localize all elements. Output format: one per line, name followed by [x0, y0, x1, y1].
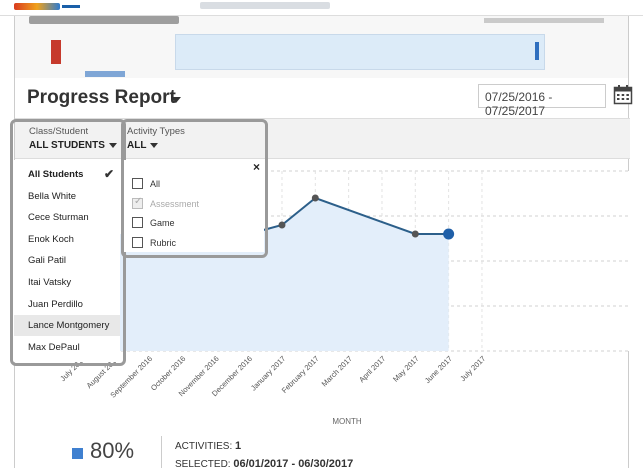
student-option[interactable]: Gali Patil — [14, 250, 120, 271]
summary-selected: SELECTED: 06/01/2017 - 06/30/2017 — [175, 458, 353, 468]
data-point — [443, 228, 455, 240]
class-student-value: ALL STUDENTS — [29, 140, 105, 151]
preview-right-text — [484, 18, 604, 23]
scrolled-content-preview — [14, 16, 629, 78]
student-option[interactable]: Max DePaul — [14, 337, 120, 358]
checkbox[interactable] — [132, 178, 143, 189]
student-option-label: Bella White — [28, 190, 77, 202]
selected-label: SELECTED: — [175, 459, 231, 468]
top-app-bar — [0, 0, 643, 16]
student-option[interactable]: Cece Sturman — [14, 207, 120, 228]
activity-type-option[interactable]: Game — [124, 215, 264, 234]
checkbox[interactable] — [132, 236, 143, 248]
data-point — [311, 194, 319, 202]
activity-types-label: Activity Types — [127, 126, 185, 137]
checkbox[interactable] — [132, 217, 143, 228]
app-logo[interactable] — [14, 3, 60, 10]
student-option[interactable]: Lance Montgomery — [14, 315, 120, 337]
student-option-label: Enok Koch — [28, 233, 74, 245]
logo-accent — [62, 5, 80, 8]
summary-activities: ACTIVITIES: 1 — [175, 440, 241, 452]
x-tick-label: July 2017 — [458, 354, 487, 383]
activity-type-option: Assessment — [124, 196, 264, 215]
student-option[interactable]: Enok Koch — [14, 229, 120, 250]
student-option-label: Itai Vatsky — [28, 277, 72, 288]
student-option-label: Gali Patil — [28, 255, 67, 267]
page-title[interactable]: Progress Report — [27, 87, 176, 109]
students-dropdown: All Students ✔ Bella White Cece Sturman Enok… — [14, 160, 120, 362]
activity-type-option[interactable]: Rubric — [124, 235, 264, 254]
date-range-field[interactable]: 07/25/2016 - 07/25/2017 — [478, 84, 606, 118]
student-option[interactable]: Bella White — [14, 186, 120, 207]
activities-label: ACTIVITIES: — [175, 441, 233, 452]
activity-type-label: All — [150, 179, 161, 189]
activity-type-label: Assessment — [150, 198, 200, 209]
preview-heading — [29, 16, 179, 24]
legend-swatch — [72, 448, 83, 459]
app-header-text — [200, 2, 330, 9]
activity-types-value: ALL — [127, 140, 147, 151]
x-tick-label: March 2017 — [320, 354, 354, 388]
report-header: Progress Report 07/25/2016 - 07/25/2017 — [15, 78, 633, 119]
class-student-label: Class/Student — [29, 126, 89, 137]
data-point — [411, 230, 419, 238]
student-option-label: All Students — [28, 169, 84, 180]
x-tick-label: April 2017 — [357, 354, 387, 384]
x-tick-label: June 2017 — [423, 354, 454, 385]
activity-type-option[interactable]: All — [124, 176, 264, 195]
chevron-down-icon — [150, 142, 159, 148]
activity-types-dropdown: × All Assessment Game Rubric — [124, 160, 264, 252]
x-axis-label: MONTH — [332, 417, 362, 426]
activity-type-label: Game — [150, 218, 175, 228]
student-option-label: Lance Montgomery — [28, 320, 110, 332]
student-option[interactable]: All Students ✔ — [14, 164, 120, 185]
x-tick-label: May 2017 — [391, 354, 421, 384]
activity-type-label: Rubric — [150, 237, 177, 248]
preview-chart — [175, 34, 545, 70]
selected-value: 06/01/2017 - 06/30/2017 — [233, 458, 354, 468]
class-student-select[interactable]: ALL STUDENTS — [29, 140, 117, 151]
title-chevron-down-icon[interactable] — [171, 97, 181, 103]
filter-bar: Class/Student ALL STUDENTS Activity Type… — [15, 119, 630, 159]
student-option[interactable]: Juan Perdillo — [14, 294, 120, 315]
preview-marker — [535, 42, 539, 60]
preview-bar — [51, 40, 61, 64]
checkbox — [132, 196, 143, 209]
activities-value: 1 — [235, 440, 242, 452]
summary-divider — [161, 436, 162, 468]
student-option[interactable]: Itai Vatsky — [14, 272, 120, 293]
data-point — [278, 221, 286, 229]
close-icon[interactable]: × — [253, 160, 260, 174]
student-option-label: Max DePaul — [28, 341, 80, 353]
student-option-label: Juan Perdillo — [28, 298, 83, 310]
chevron-down-icon — [108, 142, 117, 148]
activity-types-select[interactable]: ALL — [127, 140, 159, 151]
calendar-icon[interactable] — [613, 84, 633, 106]
preview-legend — [85, 71, 125, 77]
student-option-label: Cece Sturman — [28, 212, 89, 224]
checkmark-icon: ✔ — [103, 167, 114, 181]
summary-percent: 80% — [90, 438, 135, 463]
